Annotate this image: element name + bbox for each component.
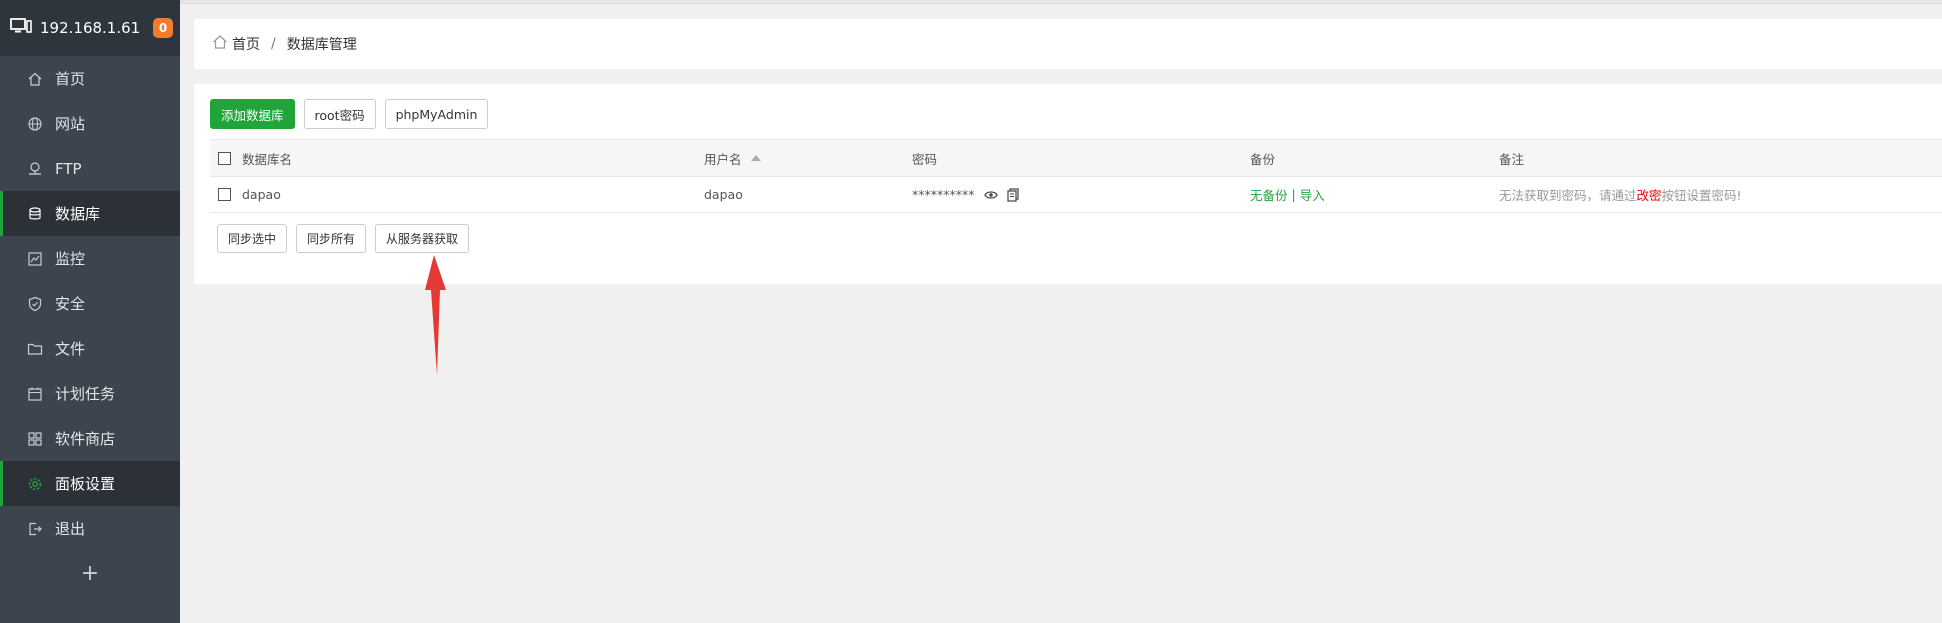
db-user: dapao xyxy=(704,187,743,202)
db-password: ********** xyxy=(912,187,975,202)
breadcrumb-separator: / xyxy=(271,36,276,52)
note-suffix: 按钮设置密码! xyxy=(1661,188,1742,203)
top-strip xyxy=(180,0,1942,4)
sidebar-item-label: 监控 xyxy=(55,250,86,268)
sidebar-item-label: 数据库 xyxy=(55,205,101,223)
column-backup: 备份 xyxy=(1250,151,1276,167)
sidebar-item-label: 文件 xyxy=(55,340,86,358)
backup-separator: | xyxy=(1291,187,1296,202)
import-link[interactable]: 导入 xyxy=(1300,185,1325,204)
sidebar-item-ftp[interactable]: FTP xyxy=(0,146,180,191)
add-database-button[interactable]: 添加数据库 xyxy=(210,99,295,129)
calendar-icon xyxy=(27,386,43,402)
sidebar-item-label: 退出 xyxy=(55,520,86,538)
column-user: 用户名 xyxy=(704,151,742,167)
sidebar-item-label: 计划任务 xyxy=(55,385,116,403)
monitor-icon xyxy=(27,251,43,267)
home-icon xyxy=(27,71,43,87)
ftp-icon xyxy=(27,161,43,177)
sidebar-item-label: 首页 xyxy=(55,70,86,88)
shield-icon xyxy=(27,296,43,312)
sidebar-item-label: FTP xyxy=(55,159,82,178)
table-row: dapao dapao ********** 无备份 | 导入 无法获取到密码，… xyxy=(210,177,1942,213)
database-icon xyxy=(27,206,43,222)
apps-icon xyxy=(27,431,43,447)
toolbar: 添加数据库 root密码 phpMyAdmin xyxy=(210,99,489,129)
sidebar-item-files[interactable]: 文件 xyxy=(0,326,180,371)
change-password-link[interactable]: 改密 xyxy=(1637,185,1662,204)
globe-icon xyxy=(27,116,43,132)
monitor-host-icon xyxy=(10,18,32,38)
column-password: 密码 xyxy=(912,151,938,167)
phpmyadmin-button[interactable]: phpMyAdmin xyxy=(384,99,489,129)
sidebar-item-website[interactable]: 网站 xyxy=(0,101,180,146)
database-panel: 添加数据库 root密码 phpMyAdmin 数据库名 用户名 密码 备份 备… xyxy=(194,84,1942,284)
no-backup-link[interactable]: 无备份 xyxy=(1250,185,1288,204)
sidebar-item-panel-settings[interactable]: 面板设置 xyxy=(0,461,180,506)
column-user-sort[interactable]: 用户名 xyxy=(704,140,761,176)
sidebar-item-logout[interactable]: 退出 xyxy=(0,506,180,551)
host-address: 192.168.1.61 xyxy=(40,19,141,37)
select-all-checkbox[interactable] xyxy=(218,151,231,165)
sidebar-item-monitor[interactable]: 监控 xyxy=(0,236,180,281)
root-password-button[interactable]: root密码 xyxy=(303,99,376,129)
sidebar-item-store[interactable]: 软件商店 xyxy=(0,416,180,461)
logout-icon xyxy=(27,521,43,537)
fetch-from-server-button[interactable]: 从服务器获取 xyxy=(375,224,470,253)
bottom-toolbar: 同步选中 同步所有 从服务器获取 xyxy=(217,224,470,253)
breadcrumb-current: 数据库管理 xyxy=(286,37,357,53)
db-name: dapao xyxy=(242,187,281,202)
sidebar-item-label: 网站 xyxy=(55,115,86,133)
note-prefix: 无法获取到密码，请通过 xyxy=(1499,188,1637,203)
breadcrumb-home[interactable]: 首页 xyxy=(212,34,260,54)
table-header: 数据库名 用户名 密码 备份 备注 xyxy=(210,139,1942,177)
sidebar-item-database[interactable]: 数据库 xyxy=(0,191,180,236)
sidebar-item-label: 软件商店 xyxy=(55,430,116,448)
breadcrumb: 首页 / 数据库管理 xyxy=(194,19,1942,69)
folder-icon xyxy=(27,341,43,357)
add-shortcut-button[interactable]: + xyxy=(0,551,180,596)
gear-icon xyxy=(27,476,43,492)
sidebar: 192.168.1.61 0 首页 网站 FTP 数据库 监控 安全 文件 计划… xyxy=(0,0,180,623)
eye-icon[interactable] xyxy=(983,189,998,201)
column-name: 数据库名 xyxy=(242,151,293,167)
breadcrumb-home-label: 首页 xyxy=(232,37,260,53)
copy-icon[interactable] xyxy=(1006,187,1019,202)
sidebar-item-cron[interactable]: 计划任务 xyxy=(0,371,180,416)
sort-asc-icon xyxy=(750,155,761,161)
sidebar-item-label: 面板设置 xyxy=(55,475,116,493)
column-note: 备注 xyxy=(1499,151,1525,167)
home-icon xyxy=(212,34,228,54)
sync-all-button[interactable]: 同步所有 xyxy=(296,224,367,253)
sidebar-item-security[interactable]: 安全 xyxy=(0,281,180,326)
sidebar-item-label: 安全 xyxy=(55,295,86,313)
sync-selected-button[interactable]: 同步选中 xyxy=(217,224,288,253)
sidebar-item-home[interactable]: 首页 xyxy=(0,56,180,101)
database-table: 数据库名 用户名 密码 备份 备注 dapao dapao **********… xyxy=(210,139,1942,213)
notification-badge[interactable]: 0 xyxy=(153,18,173,38)
row-checkbox[interactable] xyxy=(218,188,231,201)
